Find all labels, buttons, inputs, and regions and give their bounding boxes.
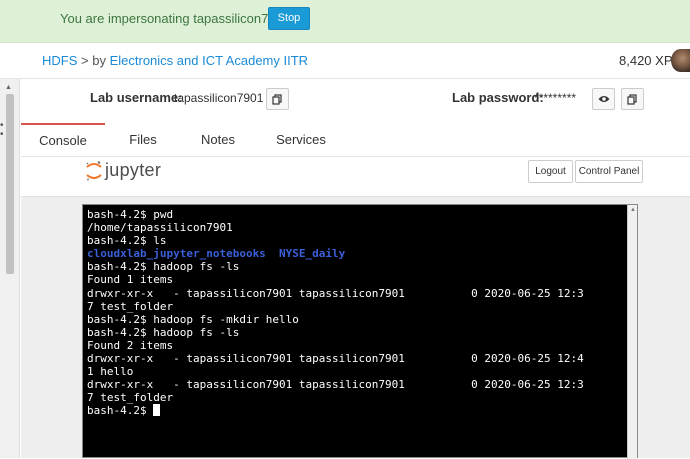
jupyter-logo-icon [86, 161, 102, 181]
tab-console[interactable]: Console [21, 123, 105, 157]
tab-files[interactable]: Files [105, 123, 181, 157]
lab-password-label: Lab password: [452, 90, 544, 105]
avatar[interactable] [671, 49, 690, 72]
terminal-line: 7 test_folder [87, 299, 174, 313]
tab-notes[interactable]: Notes [181, 123, 255, 157]
terminal-line: bash-4.2$ pwd [87, 208, 174, 221]
breadcrumb-by: by [92, 53, 106, 68]
copy-icon [627, 93, 637, 105]
copy-username-button[interactable] [266, 88, 289, 110]
terminal-output: bash-4.2$ pwd/home/tapassilicon7901 bash-… [87, 208, 584, 418]
terminal-line: bash-4.2$ hadoop fs -ls [87, 260, 240, 274]
jupyter-brand: jupyter [105, 160, 162, 180]
control-panel-button[interactable]: Control Panel [575, 160, 643, 183]
terminal-cursor [153, 404, 161, 417]
terminal-line: bash-4.2$ hadoop fs -ls [87, 325, 240, 339]
terminal-line: bash-4.2$ hadoop fs -mkdir hello [87, 312, 299, 326]
terminal-line: bash-4.2$ [87, 404, 584, 417]
stop-impersonation-button[interactable]: Stop [268, 7, 310, 30]
scroll-up-arrow-icon[interactable]: ▲ [630, 207, 636, 213]
impersonation-banner: You are impersonating tapassilicon7901 S… [0, 0, 690, 43]
tab-services[interactable]: Services [259, 123, 343, 157]
breadcrumb: HDFS > by Electronics and ICT Academy II… [42, 53, 308, 68]
scrollbar-thumb[interactable] [6, 94, 14, 274]
logout-button[interactable]: Logout [528, 160, 573, 183]
impersonation-text: You are impersonating tapassilicon7901 [60, 11, 291, 26]
left-edge-bullet-icon: • [0, 129, 4, 140]
breadcrumb-hdfs-link[interactable]: HDFS [42, 53, 77, 68]
show-password-button[interactable] [592, 88, 615, 110]
breadcrumb-bar: HDFS > by Electronics and ICT Academy II… [0, 43, 690, 79]
breadcrumb-separator: > [81, 53, 89, 68]
lab-username-label: Lab username: [90, 90, 183, 105]
breadcrumb-author-link[interactable]: Electronics and ICT Academy IITR [110, 53, 308, 68]
terminal-line: Found 1 items [87, 273, 174, 287]
terminal-line: drwxr-xr-x - tapassilicon7901 tapassilic… [87, 286, 584, 300]
lab-password-value: ********* [534, 91, 577, 105]
scroll-up-arrow-icon[interactable]: ▲ [5, 84, 12, 91]
terminal-window[interactable]: bash-4.2$ pwd/home/tapassilicon7901 bash-… [82, 204, 638, 459]
xp-counter: 8,420 XP [619, 53, 673, 68]
terminal-line: /home/tapassilicon7901 [87, 221, 233, 235]
eye-icon [598, 96, 609, 102]
terminal-line: 1 hello [87, 365, 134, 379]
terminal-line: drwxr-xr-x - tapassilicon7901 tapassilic… [87, 378, 584, 392]
jupyter-header: jupyter Logout Control Panel [21, 157, 690, 197]
lab-username-value: tapassilicon7901 [174, 91, 264, 105]
terminal-line: drwxr-xr-x - tapassilicon7901 tapassilic… [87, 352, 584, 366]
lab-tabs: Console Files Notes Services [21, 123, 690, 157]
lab-credentials: Lab username: tapassilicon7901 Lab passw… [21, 79, 690, 123]
copy-password-button[interactable] [621, 88, 644, 110]
terminal-line: cloudxlab_jupyter_notebooks NYSE_daily [87, 247, 346, 261]
terminal-line: 7 test_folder [87, 391, 174, 405]
terminal-line: Found 2 items [87, 338, 174, 352]
terminal-scrollbar[interactable]: ▲ [627, 205, 637, 459]
copy-icon [272, 93, 282, 105]
terminal-line: bash-4.2$ ls [87, 234, 167, 248]
